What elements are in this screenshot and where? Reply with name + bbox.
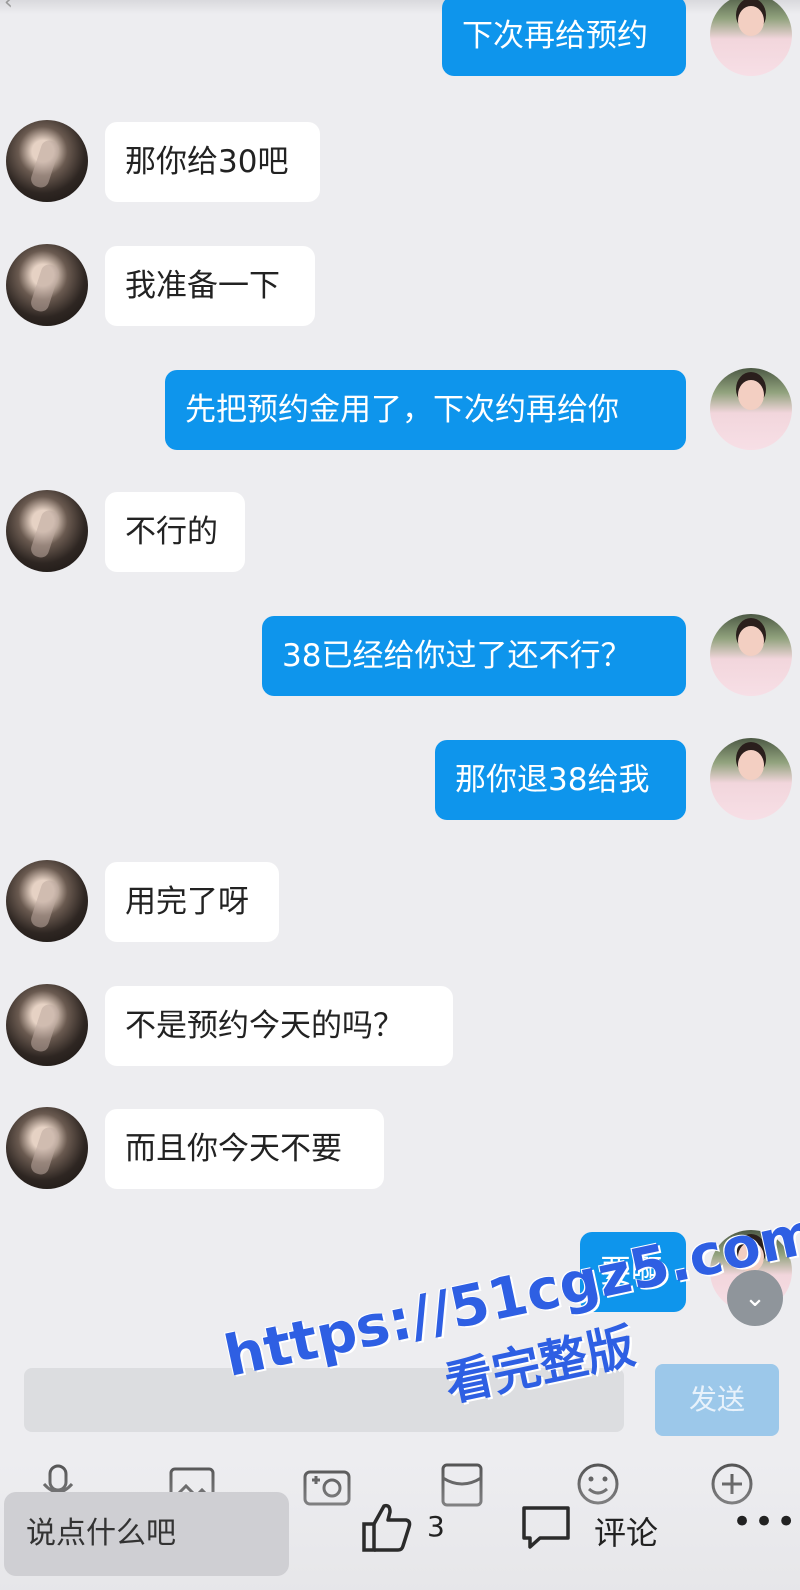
message-bubble-outgoing[interactable]: 那你退38给我 [435,740,686,820]
message-bubble-outgoing[interactable]: 38已经给你过了还不行？ [262,616,686,696]
comment-input[interactable]: 说点什么吧 [4,1492,289,1576]
comment-icon[interactable] [520,1504,572,1550]
message-row: 用完了呀 [0,860,800,944]
message-row: 下次再给预约 [0,0,800,78]
message-row: 38已经给你过了还不行？ [0,614,800,698]
message-bubble-incoming[interactable]: 那你给30吧 [105,122,320,202]
message-input-row: 发送 [0,1360,800,1440]
more-icon[interactable]: ••• [732,1502,798,1542]
message-row: 要啊 [0,1230,800,1314]
message-bubble-incoming[interactable]: 而且你今天不要 [105,1109,384,1189]
contact-avatar[interactable] [6,120,88,202]
message-row: 先把预约金用了，下次约再给你 [0,368,800,452]
contact-avatar[interactable] [6,984,88,1066]
message-bubble-incoming[interactable]: 不行的 [105,492,245,572]
sender-avatar[interactable] [710,0,792,76]
contact-avatar[interactable] [6,1107,88,1189]
contact-avatar[interactable] [6,490,88,572]
bottom-action-bar: 说点什么吧 3 评论 ••• [0,1462,800,1590]
message-bubble-outgoing[interactable]: 先把预约金用了，下次约再给你 [165,370,686,450]
message-row: 那你给30吧 [0,120,800,204]
message-row: 我准备一下 [0,244,800,328]
message-bubble-incoming[interactable]: 我准备一下 [105,246,315,326]
contact-avatar[interactable] [6,860,88,942]
sender-avatar[interactable] [710,614,792,696]
send-button[interactable]: 发送 [655,1364,779,1436]
message-bubble-incoming[interactable]: 用完了呀 [105,862,279,942]
chevron-down-icon: ⌄ [744,1283,766,1313]
like-count: 3 [427,1510,445,1543]
scroll-to-bottom-button[interactable]: ⌄ [727,1270,783,1326]
message-row: 而且你今天不要 [0,1107,800,1191]
message-bubble-outgoing[interactable]: 要啊 [580,1232,686,1312]
message-row: 那你退38给我 [0,738,800,822]
thumbs-up-icon[interactable] [358,1498,416,1556]
contact-avatar[interactable] [6,244,88,326]
sender-avatar[interactable] [710,738,792,820]
message-row: 不是预约今天的吗？ [0,984,800,1068]
message-bubble-incoming[interactable]: 不是预约今天的吗？ [105,986,453,1066]
sender-avatar[interactable] [710,368,792,450]
comment-label[interactable]: 评论 [594,1508,658,1554]
message-row: 不行的 [0,490,800,574]
message-input[interactable] [24,1368,624,1432]
message-bubble-outgoing[interactable]: 下次再给预约 [442,0,686,76]
